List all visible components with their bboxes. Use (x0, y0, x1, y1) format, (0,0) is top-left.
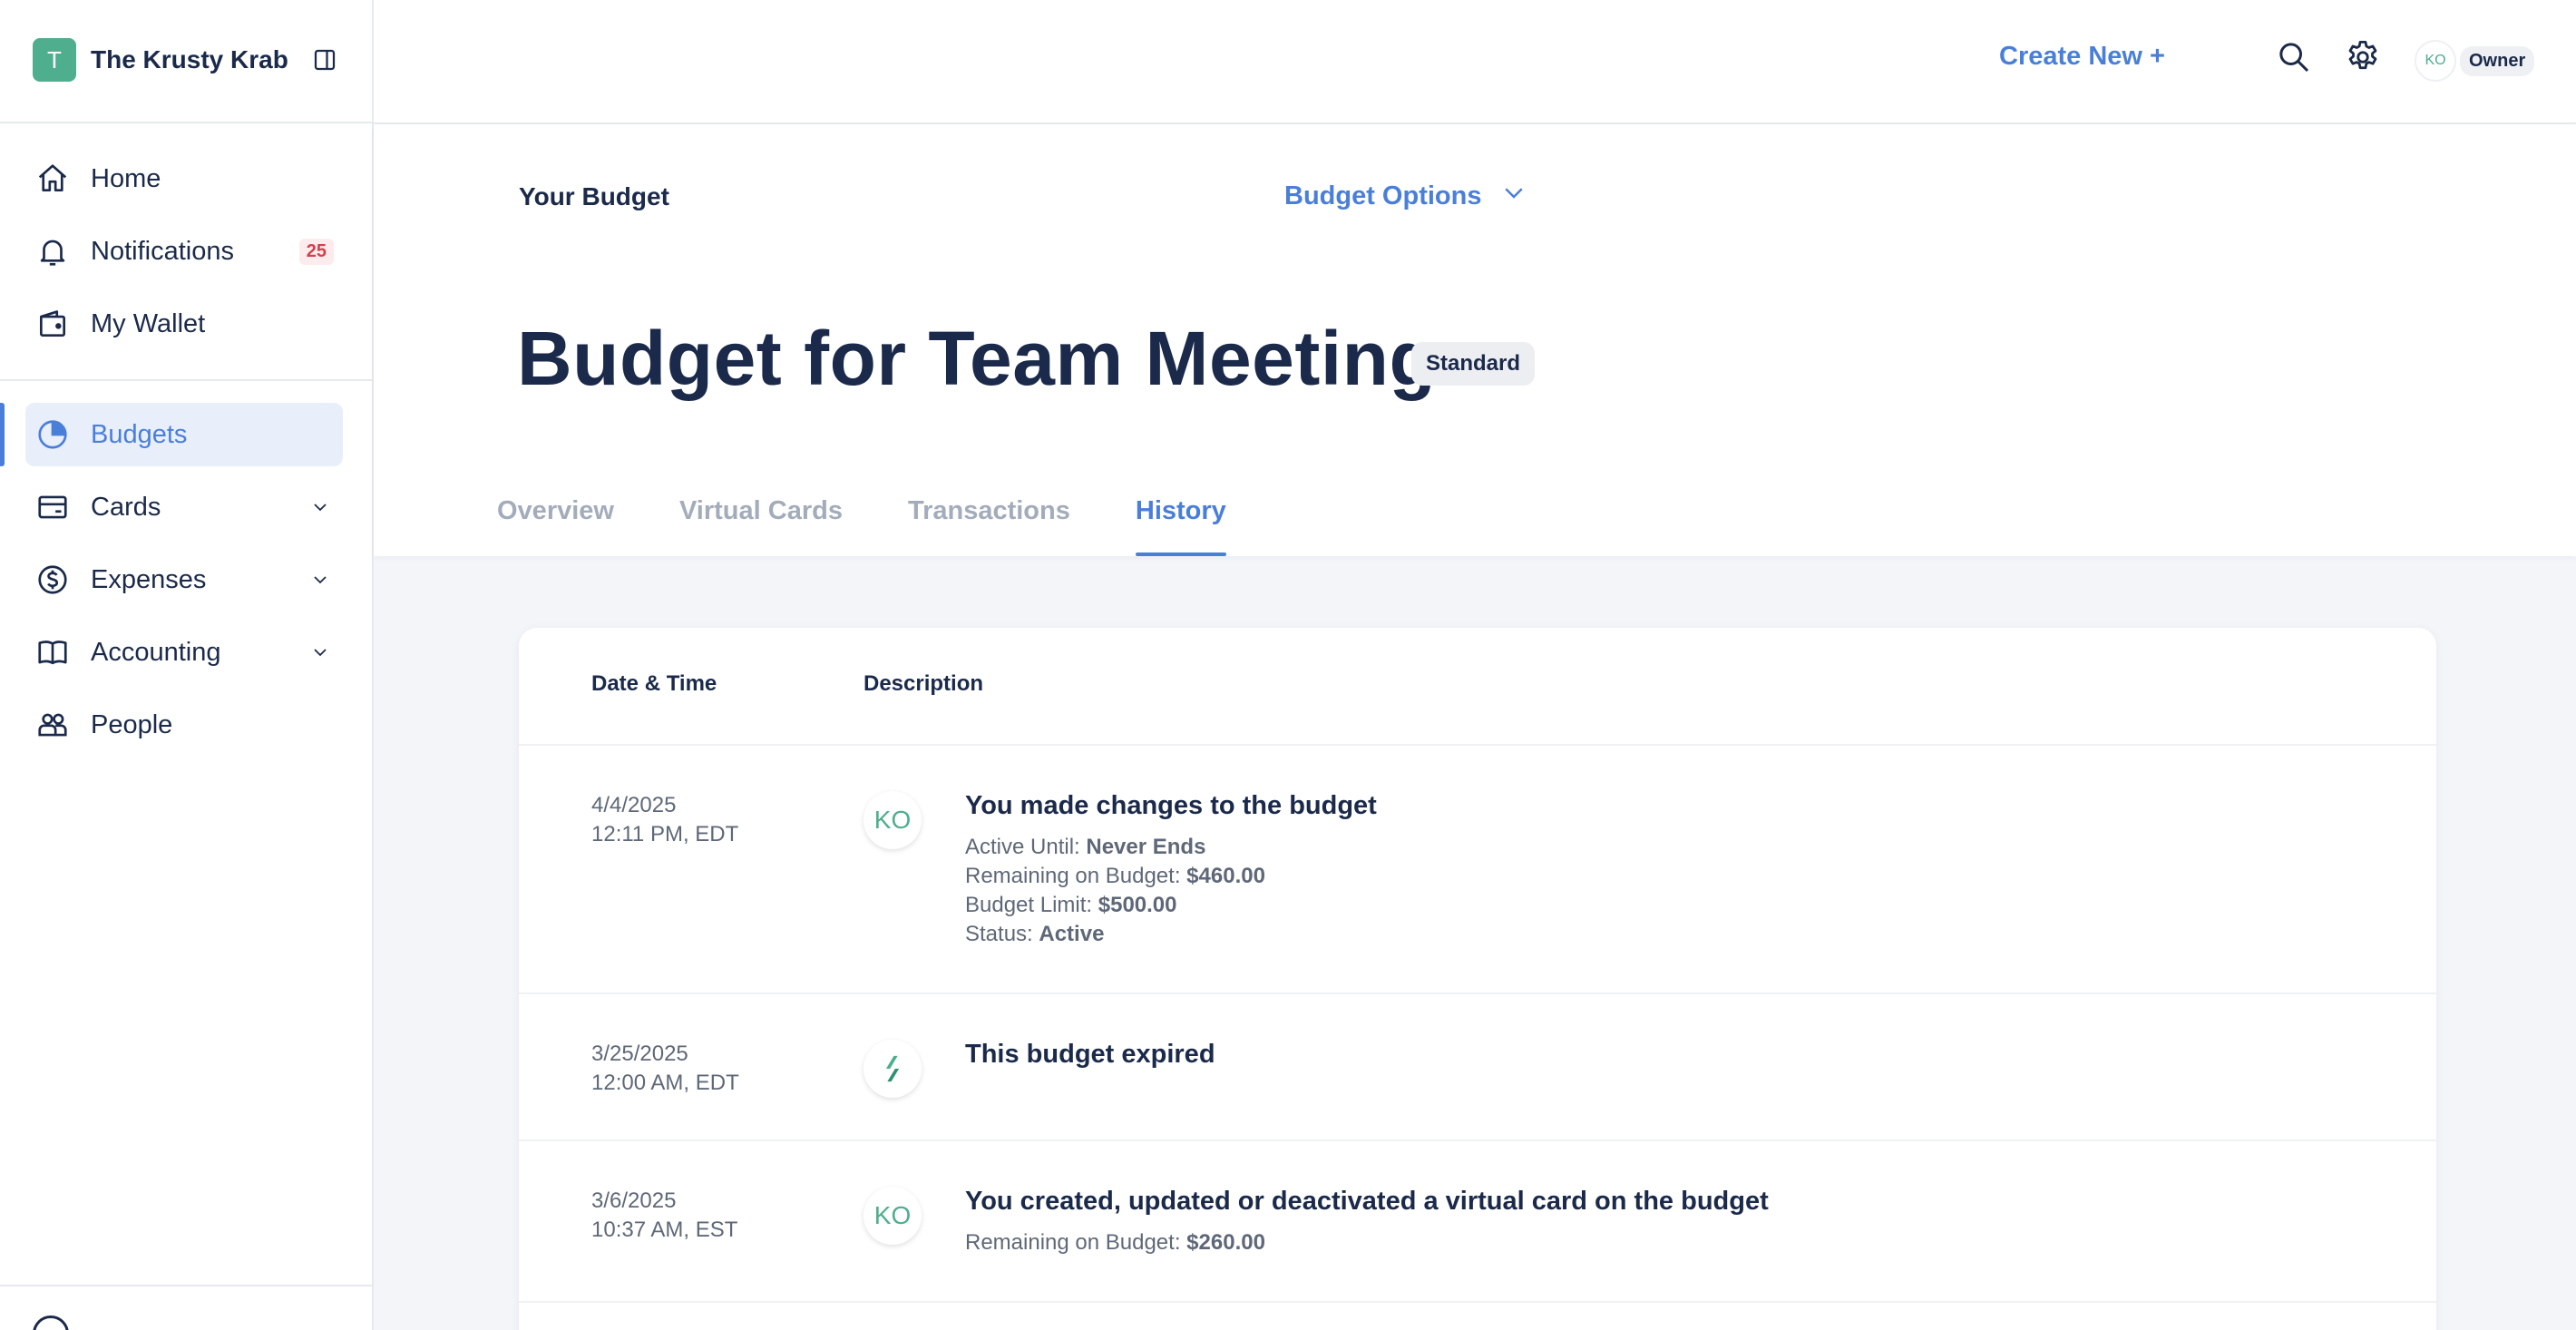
sidebar-item-people[interactable]: People (25, 693, 343, 757)
tab-transactions[interactable]: Transactions (908, 489, 1070, 556)
org-name: The Krusty Krab (91, 45, 288, 73)
chevron-down-icon[interactable] (307, 494, 334, 521)
sidebar-item-budgets[interactable]: Budgets (25, 403, 343, 466)
row-date: 3/6/2025 (591, 1188, 677, 1213)
row-title: You created, updated or deactivated a vi… (965, 1187, 1769, 1216)
bell-icon (34, 233, 71, 269)
wallet-icon (34, 306, 71, 342)
sidebar-divider (0, 1285, 374, 1286)
row-datetime: 3/25/2025 12:00 AM, EDT (591, 1040, 739, 1098)
table-row (519, 1301, 2436, 1330)
sidebar: T The Krusty Krab Home Notifications 25 … (0, 0, 374, 1330)
page-title: Budget for Team Meeting (517, 316, 1437, 401)
people-icon (34, 707, 71, 743)
sidebar-item-label: My Wallet (91, 308, 206, 338)
row-date: 4/4/2025 (591, 793, 677, 817)
top-bar: Create New + KO Owner (374, 0, 2576, 124)
row-details: Active Until: Never Ends Remaining on Bu… (965, 833, 1265, 949)
tab-history[interactable]: History (1135, 489, 1226, 556)
search-icon[interactable] (2273, 36, 2315, 78)
sidebar-divider (0, 122, 374, 123)
row-time: 10:37 AM, EST (591, 1218, 738, 1242)
row-datetime: 4/4/2025 12:11 PM, EDT (591, 791, 738, 849)
home-icon (34, 161, 71, 197)
org-switcher[interactable]: T The Krusty Krab (33, 38, 341, 82)
row-details: Remaining on Budget: $260.00 (965, 1228, 1265, 1257)
column-header-description: Description (864, 671, 984, 696)
table-row: 4/4/2025 12:11 PM, EDT KO You made chang… (519, 744, 2436, 993)
sidebar-divider (0, 379, 374, 381)
row-time: 12:11 PM, EDT (591, 822, 739, 846)
detail-line: Remaining on Budget: $260.00 (965, 1230, 1265, 1255)
breadcrumb: Your Budget (519, 182, 669, 210)
sidebar-item-my-wallet[interactable]: My Wallet (25, 292, 343, 356)
row-date: 3/25/2025 (591, 1042, 688, 1066)
budget-type-badge: Standard (1411, 342, 1536, 386)
create-new-button[interactable]: Create New + (1999, 42, 2165, 72)
tab-virtual-cards[interactable]: Virtual Cards (679, 489, 843, 556)
sidebar-item-expenses[interactable]: Expenses (25, 548, 343, 611)
notification-count-badge: 25 (298, 238, 334, 265)
table-row: 3/6/2025 10:37 AM, EST KO You created, u… (519, 1139, 2436, 1301)
budget-options-label: Budget Options (1284, 181, 1482, 210)
gear-icon[interactable] (2342, 36, 2384, 78)
book-icon (34, 634, 71, 670)
dollar-circle-icon (34, 562, 71, 598)
row-title: This budget expired (965, 1040, 1215, 1069)
sidebar-item-label: Notifications (91, 236, 234, 266)
card-icon (34, 489, 71, 525)
sidebar-item-label: People (91, 709, 173, 739)
detail-line: Budget Limit: $500.00 (965, 893, 1177, 917)
row-time: 12:00 AM, EDT (591, 1071, 739, 1095)
budget-header: Your Budget Budget Options Budget for Te… (374, 124, 2576, 556)
tab-overview[interactable]: Overview (497, 489, 614, 556)
tab-bar: Overview Virtual Cards Transactions Hist… (497, 489, 1292, 556)
sidebar-item-label: Expenses (91, 564, 207, 594)
avatar: KO (2415, 40, 2456, 82)
row-datetime: 3/6/2025 10:37 AM, EST (591, 1187, 737, 1245)
org-logo: T (33, 38, 76, 82)
table-row: 3/25/2025 12:00 AM, EDT This budget expi… (519, 993, 2436, 1139)
system-logo-icon (864, 1040, 922, 1098)
detail-line: Status: Active (965, 922, 1105, 946)
sidebar-item-label: Accounting (91, 637, 221, 667)
detail-line: Active Until: Never Ends (965, 835, 1206, 859)
detail-line: Remaining on Budget: $460.00 (965, 864, 1265, 888)
sidebar-item-label: Cards (91, 492, 161, 522)
help-icon[interactable] (33, 1315, 69, 1330)
history-table: Date & Time Description 4/4/2025 12:11 P… (519, 628, 2436, 1330)
sidebar-item-accounting[interactable]: Accounting (25, 621, 343, 684)
role-badge: Owner (2460, 45, 2535, 76)
pie-chart-icon (34, 416, 71, 453)
avatar: KO (864, 791, 922, 849)
sidebar-item-notifications[interactable]: Notifications 25 (25, 220, 343, 283)
user-menu[interactable]: KO Owner (2415, 40, 2535, 82)
chevron-down-icon[interactable] (307, 566, 334, 593)
active-indicator (0, 403, 5, 466)
chevron-down-icon[interactable] (307, 639, 334, 666)
sidebar-item-label: Home (91, 163, 161, 193)
sidebar-item-home[interactable]: Home (25, 147, 343, 210)
avatar: KO (864, 1187, 922, 1245)
row-title: You made changes to the budget (965, 791, 1377, 820)
sidebar-item-cards[interactable]: Cards (25, 475, 343, 539)
sidebar-collapse-icon[interactable] (308, 44, 341, 76)
chevron-down-icon (1500, 179, 1527, 213)
column-header-date: Date & Time (591, 671, 717, 696)
budget-options-dropdown[interactable]: Budget Options (1284, 179, 1527, 213)
sidebar-item-label: Budgets (91, 419, 188, 449)
